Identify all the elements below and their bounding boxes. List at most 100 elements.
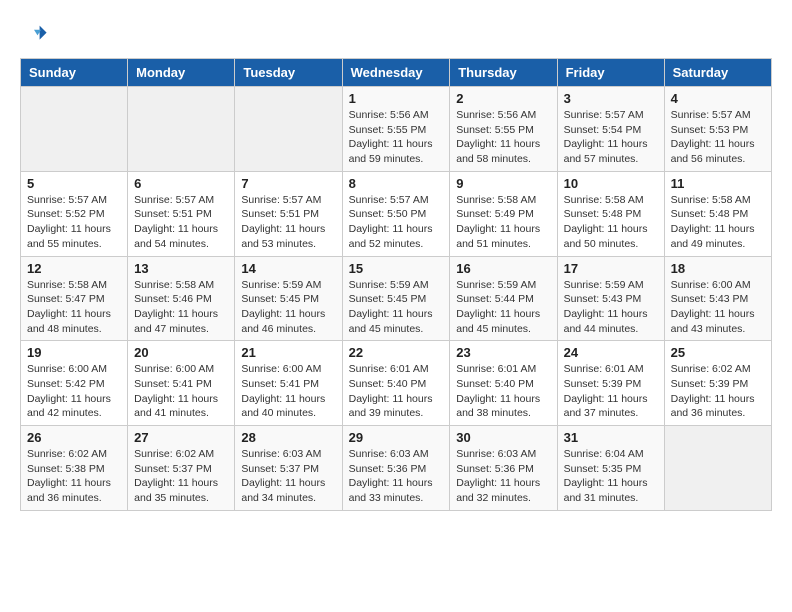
calendar-cell: 31 Sunrise: 6:04 AMSunset: 5:35 PMDayligh… bbox=[557, 426, 664, 511]
day-number: 20 bbox=[134, 345, 228, 360]
calendar-cell: 30 Sunrise: 6:03 AMSunset: 5:36 PMDayligh… bbox=[450, 426, 557, 511]
day-info: Sunrise: 5:57 AMSunset: 5:52 PMDaylight:… bbox=[27, 193, 121, 252]
day-info: Sunrise: 5:59 AMSunset: 5:44 PMDaylight:… bbox=[456, 278, 550, 337]
day-info: Sunrise: 5:58 AMSunset: 5:46 PMDaylight:… bbox=[134, 278, 228, 337]
logo-icon bbox=[20, 20, 48, 48]
day-info: Sunrise: 5:57 AMSunset: 5:50 PMDaylight:… bbox=[349, 193, 444, 252]
calendar-cell: 14Sunrise: 5:59 AMSunset: 5:45 PMDayligh… bbox=[235, 256, 342, 341]
calendar-table: SundayMondayTuesdayWednesdayThursdayFrid… bbox=[20, 58, 772, 511]
day-number: 7 bbox=[241, 176, 335, 191]
calendar-cell: 13 Sunrise: 5:58 AMSunset: 5:46 PMDayligh… bbox=[128, 256, 235, 341]
day-number: 12 bbox=[27, 261, 121, 276]
day-number: 28 bbox=[241, 430, 335, 445]
calendar-cell: 18 Sunrise: 6:00 AMSunset: 5:43 PMDayligh… bbox=[664, 256, 771, 341]
logo bbox=[20, 20, 52, 48]
weekday-header: Sunday bbox=[21, 59, 128, 87]
calendar-cell bbox=[21, 87, 128, 172]
day-info: Sunrise: 5:57 AMSunset: 5:53 PMDaylight:… bbox=[671, 108, 765, 167]
calendar-cell bbox=[664, 426, 771, 511]
calendar-cell: 26 Sunrise: 6:02 AMSunset: 5:38 PMDayligh… bbox=[21, 426, 128, 511]
calendar-cell: 29Sunrise: 6:03 AMSunset: 5:36 PMDayligh… bbox=[342, 426, 450, 511]
day-info: Sunrise: 6:03 AMSunset: 5:36 PMDaylight:… bbox=[349, 447, 444, 506]
calendar-cell: 1 Sunrise: 5:56 AMSunset: 5:55 PMDaylight… bbox=[342, 87, 450, 172]
day-info: Sunrise: 6:01 AMSunset: 5:39 PMDaylight:… bbox=[564, 362, 658, 421]
page-header bbox=[20, 20, 772, 48]
day-info: Sunrise: 6:01 AMSunset: 5:40 PMDaylight:… bbox=[349, 362, 444, 421]
day-info: Sunrise: 5:59 AMSunset: 5:45 PMDaylight:… bbox=[241, 278, 335, 337]
day-info: Sunrise: 5:58 AMSunset: 5:48 PMDaylight:… bbox=[671, 193, 765, 252]
day-number: 23 bbox=[456, 345, 550, 360]
day-info: Sunrise: 5:59 AMSunset: 5:43 PMDaylight:… bbox=[564, 278, 658, 337]
day-info: Sunrise: 5:57 AMSunset: 5:51 PMDaylight:… bbox=[241, 193, 335, 252]
calendar-cell: 20 Sunrise: 6:00 AMSunset: 5:41 PMDayligh… bbox=[128, 341, 235, 426]
day-info: Sunrise: 6:03 AMSunset: 5:36 PMDaylight:… bbox=[456, 447, 550, 506]
day-info: Sunrise: 6:02 AMSunset: 5:38 PMDaylight:… bbox=[27, 447, 121, 506]
calendar-cell: 10 Sunrise: 5:58 AMSunset: 5:48 PMDayligh… bbox=[557, 171, 664, 256]
calendar-header-row: SundayMondayTuesdayWednesdayThursdayFrid… bbox=[21, 59, 772, 87]
weekday-header: Monday bbox=[128, 59, 235, 87]
day-info: Sunrise: 6:01 AMSunset: 5:40 PMDaylight:… bbox=[456, 362, 550, 421]
day-info: Sunrise: 5:57 AMSunset: 5:51 PMDaylight:… bbox=[134, 193, 228, 252]
calendar-cell: 8 Sunrise: 5:57 AMSunset: 5:50 PMDaylight… bbox=[342, 171, 450, 256]
weekday-header: Thursday bbox=[450, 59, 557, 87]
calendar-cell: 9Sunrise: 5:58 AMSunset: 5:49 PMDaylight… bbox=[450, 171, 557, 256]
day-number: 27 bbox=[134, 430, 228, 445]
day-number: 22 bbox=[349, 345, 444, 360]
day-number: 21 bbox=[241, 345, 335, 360]
day-info: Sunrise: 6:00 AMSunset: 5:42 PMDaylight:… bbox=[27, 362, 121, 421]
calendar-cell: 27 Sunrise: 6:02 AMSunset: 5:37 PMDayligh… bbox=[128, 426, 235, 511]
calendar-cell: 19Sunrise: 6:00 AMSunset: 5:42 PMDayligh… bbox=[21, 341, 128, 426]
calendar-cell: 3Sunrise: 5:57 AMSunset: 5:54 PMDaylight… bbox=[557, 87, 664, 172]
calendar-cell: 12 Sunrise: 5:58 AMSunset: 5:47 PMDayligh… bbox=[21, 256, 128, 341]
calendar-cell: 21 Sunrise: 6:00 AMSunset: 5:41 PMDayligh… bbox=[235, 341, 342, 426]
day-number: 24 bbox=[564, 345, 658, 360]
day-info: Sunrise: 6:02 AMSunset: 5:37 PMDaylight:… bbox=[134, 447, 228, 506]
day-info: Sunrise: 6:04 AMSunset: 5:35 PMDaylight:… bbox=[564, 447, 658, 506]
calendar-cell: 22 Sunrise: 6:01 AMSunset: 5:40 PMDayligh… bbox=[342, 341, 450, 426]
day-number: 13 bbox=[134, 261, 228, 276]
day-number: 17 bbox=[564, 261, 658, 276]
day-number: 30 bbox=[456, 430, 550, 445]
calendar-cell: 4 Sunrise: 5:57 AMSunset: 5:53 PMDaylight… bbox=[664, 87, 771, 172]
day-number: 10 bbox=[564, 176, 658, 191]
calendar-week-row: 5 Sunrise: 5:57 AMSunset: 5:52 PMDaylight… bbox=[21, 171, 772, 256]
weekday-header: Tuesday bbox=[235, 59, 342, 87]
day-number: 18 bbox=[671, 261, 765, 276]
day-info: Sunrise: 5:57 AMSunset: 5:54 PMDaylight:… bbox=[564, 108, 658, 167]
day-info: Sunrise: 6:03 AMSunset: 5:37 PMDaylight:… bbox=[241, 447, 335, 506]
day-number: 4 bbox=[671, 91, 765, 106]
calendar-cell: 24 Sunrise: 6:01 AMSunset: 5:39 PMDayligh… bbox=[557, 341, 664, 426]
calendar-week-row: 26 Sunrise: 6:02 AMSunset: 5:38 PMDayligh… bbox=[21, 426, 772, 511]
calendar-cell bbox=[235, 87, 342, 172]
day-number: 5 bbox=[27, 176, 121, 191]
day-info: Sunrise: 5:58 AMSunset: 5:48 PMDaylight:… bbox=[564, 193, 658, 252]
day-number: 8 bbox=[349, 176, 444, 191]
day-number: 11 bbox=[671, 176, 765, 191]
day-number: 9 bbox=[456, 176, 550, 191]
calendar-cell: 28 Sunrise: 6:03 AMSunset: 5:37 PMDayligh… bbox=[235, 426, 342, 511]
calendar-cell: 6 Sunrise: 5:57 AMSunset: 5:51 PMDaylight… bbox=[128, 171, 235, 256]
calendar-week-row: 19Sunrise: 6:00 AMSunset: 5:42 PMDayligh… bbox=[21, 341, 772, 426]
calendar-cell: 23 Sunrise: 6:01 AMSunset: 5:40 PMDayligh… bbox=[450, 341, 557, 426]
day-info: Sunrise: 5:58 AMSunset: 5:47 PMDaylight:… bbox=[27, 278, 121, 337]
day-number: 2 bbox=[456, 91, 550, 106]
day-info: Sunrise: 6:02 AMSunset: 5:39 PMDaylight:… bbox=[671, 362, 765, 421]
calendar-cell: 25 Sunrise: 6:02 AMSunset: 5:39 PMDayligh… bbox=[664, 341, 771, 426]
day-number: 25 bbox=[671, 345, 765, 360]
day-number: 16 bbox=[456, 261, 550, 276]
day-number: 15 bbox=[349, 261, 444, 276]
day-info: Sunrise: 6:00 AMSunset: 5:41 PMDaylight:… bbox=[241, 362, 335, 421]
day-number: 1 bbox=[349, 91, 444, 106]
day-number: 6 bbox=[134, 176, 228, 191]
calendar-cell: 15Sunrise: 5:59 AMSunset: 5:45 PMDayligh… bbox=[342, 256, 450, 341]
calendar-cell: 2Sunrise: 5:56 AMSunset: 5:55 PMDaylight… bbox=[450, 87, 557, 172]
day-info: Sunrise: 6:00 AMSunset: 5:43 PMDaylight:… bbox=[671, 278, 765, 337]
day-number: 31 bbox=[564, 430, 658, 445]
calendar-week-row: 1 Sunrise: 5:56 AMSunset: 5:55 PMDaylight… bbox=[21, 87, 772, 172]
calendar-cell: 5 Sunrise: 5:57 AMSunset: 5:52 PMDaylight… bbox=[21, 171, 128, 256]
day-info: Sunrise: 5:56 AMSunset: 5:55 PMDaylight:… bbox=[349, 108, 444, 167]
day-info: Sunrise: 6:00 AMSunset: 5:41 PMDaylight:… bbox=[134, 362, 228, 421]
day-number: 26 bbox=[27, 430, 121, 445]
calendar-cell bbox=[128, 87, 235, 172]
calendar-week-row: 12 Sunrise: 5:58 AMSunset: 5:47 PMDayligh… bbox=[21, 256, 772, 341]
